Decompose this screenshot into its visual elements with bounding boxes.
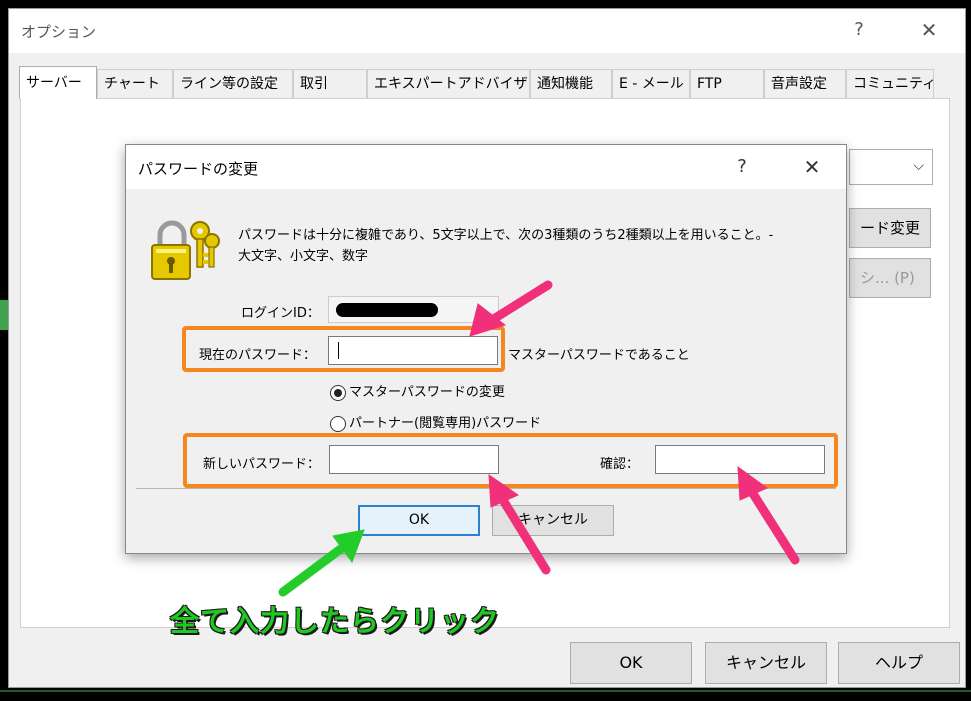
highlight-current-password [182, 326, 505, 372]
login-id-label: ログインID： [241, 306, 320, 321]
tab-notifications[interactable]: 通知機能 [530, 69, 612, 99]
padlock-keys-icon [151, 220, 220, 280]
dialog-titlebar: パスワードの変更 ? ✕ [126, 145, 846, 189]
radio-change-master-password[interactable]: マスターパスワードの変更 [330, 381, 505, 401]
tab-chart[interactable]: チャート [97, 69, 173, 99]
chart-background-fragment [0, 300, 8, 330]
help-button[interactable]: ヘルプ [838, 642, 960, 684]
radio-master-label: マスターパスワードの変更 [349, 385, 505, 400]
tab-objects[interactable]: ライン等の設定 [173, 69, 293, 99]
help-icon[interactable]: ? [846, 19, 872, 43]
options-tab-bar: サーバー チャート ライン等の設定 取引 エキスパートアドバイザ 通知機能 E … [19, 66, 949, 99]
dialog-divider [136, 488, 836, 489]
radio-partner-label: パートナー(閲覧専用)パスワード [349, 416, 542, 431]
server-dropdown[interactable]: ⌵ [849, 149, 933, 185]
password-requirements-text: パスワードは十分に複雑であり、5文字以上で、次の3種類のうち2種類以上を用いるこ… [238, 225, 838, 267]
tab-expert-advisors[interactable]: エキスパートアドバイザ [367, 69, 530, 99]
highlight-new-password [183, 433, 838, 488]
dialog-cancel-button[interactable]: キャンセル [492, 505, 614, 536]
tab-trade[interactable]: 取引 [293, 69, 367, 99]
login-id-field [328, 296, 499, 323]
tab-server[interactable]: サーバー [19, 66, 97, 99]
tab-community[interactable]: コミュニティ [846, 69, 936, 99]
annotation-caption: 全て入力したらクリック [170, 604, 501, 638]
requirements-line-2: 大文字、小文字、数字 [238, 249, 369, 264]
redacted-login-id [336, 303, 438, 317]
help-icon[interactable]: ? [729, 156, 755, 180]
tab-email[interactable]: E - メール [612, 69, 690, 99]
options-titlebar: オプション ? ✕ [9, 9, 965, 53]
cancel-button[interactable]: キャンセル [705, 642, 827, 684]
close-icon[interactable]: ✕ [916, 19, 942, 43]
master-password-note: マスターパスワードであること [508, 348, 690, 363]
radio-unselected-icon [330, 415, 346, 432]
close-icon[interactable]: ✕ [799, 156, 825, 180]
tab-sounds[interactable]: 音声設定 [764, 69, 846, 99]
requirements-line-1: パスワードは十分に複雑であり、5文字以上で、次の3種類のうち2種類以上を用いるこ… [238, 228, 774, 243]
chevron-down-icon: ⌵ [913, 158, 924, 174]
tab-ftp[interactable]: FTP [690, 69, 764, 99]
radio-selected-icon [330, 384, 346, 401]
dialog-ok-button[interactable]: OK [358, 505, 480, 536]
dialog-title: パスワードの変更 [138, 160, 259, 178]
chart-background-fragment [0, 690, 971, 692]
options-window-title: オプション [21, 23, 97, 41]
ok-button[interactable]: OK [570, 642, 692, 684]
proxy-button[interactable]: シ... (P) [849, 258, 931, 298]
radio-investor-password[interactable]: パートナー(閲覧専用)パスワード [330, 412, 541, 432]
change-password-button[interactable]: ード変更 [849, 208, 931, 248]
